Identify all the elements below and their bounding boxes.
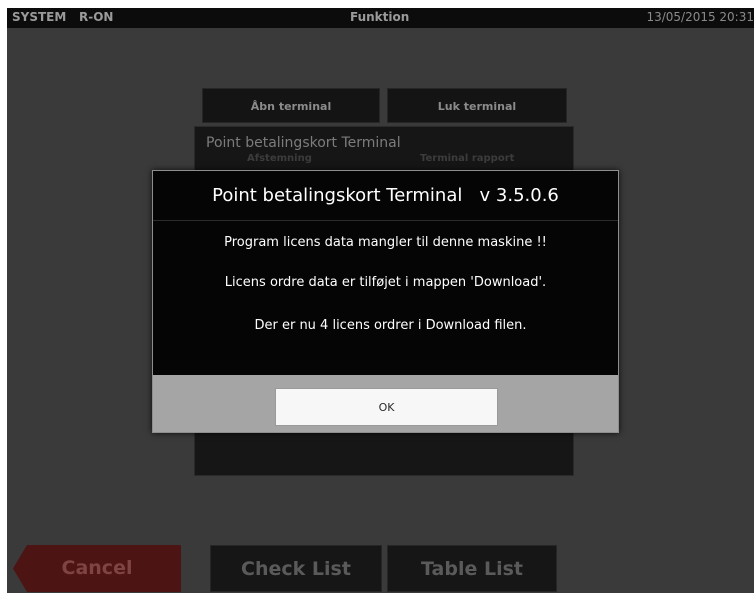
dialog-message-3: Der er nu 4 licens ordrer i Download fil…	[254, 318, 527, 333]
table-list-button[interactable]: Table List	[387, 545, 557, 592]
cancel-button[interactable]: Cancel	[13, 545, 181, 592]
reconcile-button[interactable]: Afstemning	[247, 153, 312, 164]
close-terminal-button[interactable]: Luk terminal	[387, 88, 567, 123]
pos-screen: SYSTEM R-ON Funktion 13/05/2015 20:31 Åb…	[7, 8, 754, 593]
terminal-report-button[interactable]: Terminal rapport	[420, 153, 514, 164]
check-list-button[interactable]: Check List	[210, 545, 382, 592]
dialog-message-1: Program licens data mangler til denne ma…	[224, 235, 547, 250]
license-dialog: Point betalingskort Terminal v 3.5.0.6 P…	[152, 170, 619, 433]
panel-title: Point betalingskort Terminal	[206, 135, 401, 151]
status-bar: SYSTEM R-ON Funktion 13/05/2015 20:31	[7, 8, 754, 28]
screen-title: Funktion	[350, 10, 410, 24]
open-terminal-button[interactable]: Åbn terminal	[202, 88, 380, 123]
ok-button[interactable]: OK	[275, 388, 498, 426]
system-label[interactable]: SYSTEM	[12, 10, 66, 24]
dialog-message-2: Licens ordre data er tilføjet i mappen '…	[224, 275, 547, 290]
dialog-footer: OK	[153, 375, 618, 432]
dialog-title: Point betalingskort Terminal v 3.5.0.6	[153, 171, 618, 221]
clock: 13/05/2015 20:31	[646, 10, 754, 24]
mode-label: R-ON	[79, 10, 114, 24]
